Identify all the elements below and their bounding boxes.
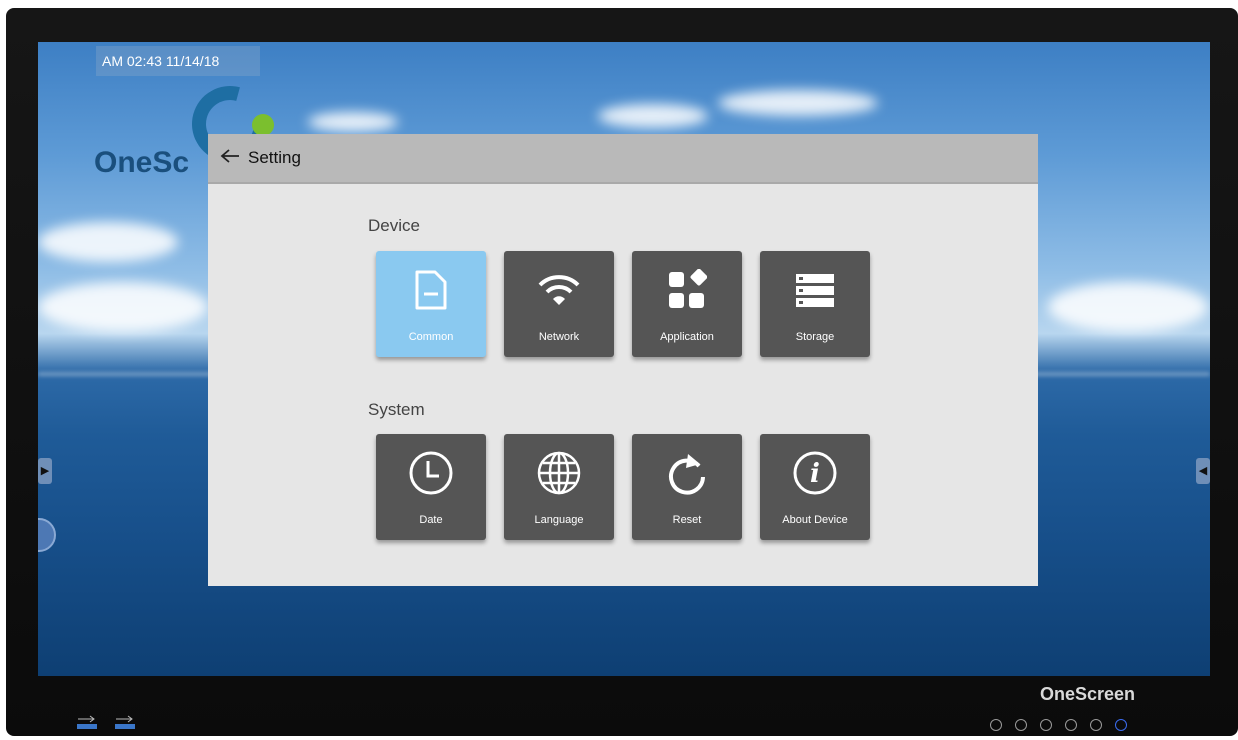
dialog-title: Setting xyxy=(248,148,301,167)
tile-label: Storage xyxy=(795,331,835,343)
tile-common[interactable]: Common xyxy=(376,251,486,357)
screen: AM 02:43 11/14/18 OneSc ▶ ◀ Setting Devi… xyxy=(38,42,1210,676)
tile-label: Language xyxy=(534,514,584,526)
bezel-brand-text: OneScreen xyxy=(1040,684,1136,704)
brightness-icon[interactable] xyxy=(1090,719,1102,731)
right-side-tab[interactable]: ◀ xyxy=(1196,458,1210,484)
home-icon[interactable] xyxy=(1065,719,1077,731)
section-title-system: System xyxy=(368,400,425,419)
cloud xyxy=(38,282,208,332)
clock-icon xyxy=(408,450,454,496)
power-icon[interactable] xyxy=(1115,719,1127,731)
usb-port-icon xyxy=(76,714,98,730)
info-icon: i xyxy=(792,450,838,496)
tile-language[interactable]: Language xyxy=(504,434,614,540)
tile-label: Network xyxy=(538,331,580,343)
section-title-device: Device xyxy=(368,216,420,235)
wifi-icon xyxy=(536,267,582,313)
tile-reset[interactable]: Reset xyxy=(632,434,742,540)
floating-menu-button[interactable] xyxy=(38,518,56,552)
document-icon xyxy=(408,267,454,313)
dialog-header: Setting xyxy=(208,134,1038,184)
tile-label: Common xyxy=(408,331,454,343)
source-button-icon[interactable] xyxy=(990,719,1002,731)
clock-date-bar: AM 02:43 11/14/18 xyxy=(96,46,260,76)
volume-down-icon[interactable] xyxy=(1015,719,1027,731)
left-side-tab[interactable]: ▶ xyxy=(38,458,52,484)
storage-icon xyxy=(792,267,838,313)
hardware-buttons xyxy=(990,719,1127,731)
arrow-left-icon[interactable] xyxy=(220,147,248,170)
tile-date[interactable]: Date xyxy=(376,434,486,540)
logo-dot-icon xyxy=(252,114,274,136)
cloud xyxy=(718,90,878,116)
svg-text:i: i xyxy=(810,459,820,489)
reset-icon xyxy=(664,450,710,496)
cloud xyxy=(1048,282,1208,332)
usb-port-icon xyxy=(114,714,136,730)
volume-up-icon[interactable] xyxy=(1040,719,1052,731)
tile-network[interactable]: Network xyxy=(504,251,614,357)
tile-label: Reset xyxy=(672,514,702,526)
desktop-logo-text: OneSc xyxy=(94,146,190,179)
settings-dialog: Setting Device Common Network Applicatio… xyxy=(208,134,1038,586)
cloud xyxy=(598,104,708,128)
tile-label: Application xyxy=(660,331,714,343)
tile-application[interactable]: Application xyxy=(632,251,742,357)
tile-label: Date xyxy=(419,514,443,526)
tile-about-device[interactable]: i About Device xyxy=(760,434,870,540)
apps-icon xyxy=(664,267,710,313)
tile-label: About Device xyxy=(782,514,848,526)
cloud xyxy=(38,222,178,262)
globe-icon xyxy=(536,450,582,496)
cloud xyxy=(308,112,398,132)
tile-storage[interactable]: Storage xyxy=(760,251,870,357)
